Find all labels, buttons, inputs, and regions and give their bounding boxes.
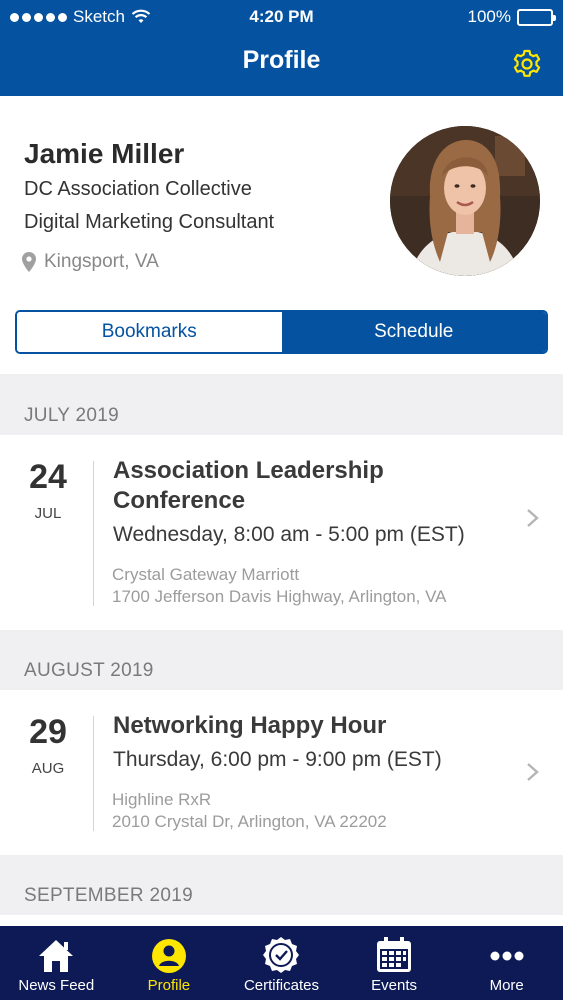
event-day: 24 xyxy=(29,458,67,496)
event-month: AUG xyxy=(31,760,65,777)
profile-organization: DC Association Collective xyxy=(24,178,252,200)
event-address: 2010 Crystal Dr, Arlington, VA 22202 xyxy=(112,812,387,831)
tab-bar: News Feed Profile Certificates Events Mo… xyxy=(0,926,563,1000)
app-header: Sketch 4:20 PM 100% Profile xyxy=(0,0,563,96)
month-header: SEPTEMBER 2019 xyxy=(24,885,193,906)
event-divider xyxy=(93,716,94,831)
chevron-right-icon xyxy=(527,763,539,781)
settings-gear-icon[interactable] xyxy=(511,48,543,80)
tab-label: More xyxy=(489,977,524,994)
tab-label: News Feed xyxy=(18,977,95,994)
profile-name: Jamie Miller xyxy=(24,138,185,169)
event-address: 1700 Jefferson Davis Highway, Arlington,… xyxy=(112,587,447,606)
chevron-right-icon xyxy=(527,509,539,527)
battery-label: 100% xyxy=(467,7,511,26)
tab-label: Certificates xyxy=(243,977,319,994)
segment-bookmarks[interactable]: Bookmarks xyxy=(17,312,282,352)
month-header: JULY 2019 xyxy=(24,405,119,426)
event-divider xyxy=(93,461,94,606)
profile-role: Digital Marketing Consultant xyxy=(24,211,275,233)
person-icon xyxy=(151,939,186,973)
home-icon xyxy=(39,940,74,972)
badge-icon xyxy=(263,937,300,973)
event-day: 29 xyxy=(29,713,67,751)
status-bar: Sketch 4:20 PM 100% xyxy=(0,5,563,29)
more-icon xyxy=(490,951,524,961)
event-row[interactable]: 29 AUG Networking Happy Hour Thursday, 6… xyxy=(0,690,563,855)
calendar-icon xyxy=(377,937,412,972)
event-title: Association Leadership Conference xyxy=(113,457,384,514)
tab-label: Events xyxy=(371,977,417,994)
tab-news-feed[interactable]: News Feed xyxy=(0,926,113,1000)
tab-profile[interactable]: Profile xyxy=(113,926,226,1000)
event-venue: Crystal Gateway Marriott xyxy=(112,565,300,584)
profile-card: Jamie Miller DC Association Collective D… xyxy=(0,96,563,374)
view-segmented-control: Bookmarks Schedule xyxy=(15,310,548,354)
tab-label: Profile xyxy=(147,977,191,994)
event-time: Wednesday, 8:00 am - 5:00 pm (EST) xyxy=(113,523,465,546)
page-title: Profile xyxy=(242,46,321,74)
event-title: Networking Happy Hour xyxy=(113,712,387,739)
month-header: AUGUST 2019 xyxy=(24,660,154,681)
event-venue: Highline RxR xyxy=(112,790,212,809)
battery-group: 100% xyxy=(467,7,556,27)
event-row-partial xyxy=(0,915,563,926)
segment-schedule[interactable]: Schedule xyxy=(281,312,546,352)
location-pin-icon xyxy=(22,252,36,272)
battery-icon xyxy=(517,8,556,26)
event-month: JUL xyxy=(34,505,62,522)
event-row[interactable]: 24 JUL Association Leadership Conference… xyxy=(0,435,563,630)
tab-more[interactable]: More xyxy=(450,926,563,1000)
profile-location: Kingsport, VA xyxy=(22,251,159,273)
event-time: Thursday, 6:00 pm - 9:00 pm (EST) xyxy=(113,748,442,771)
avatar xyxy=(390,126,540,276)
tab-certificates[interactable]: Certificates xyxy=(225,926,338,1000)
tab-events[interactable]: Events xyxy=(338,926,451,1000)
location-label: Kingsport, VA xyxy=(44,251,159,272)
